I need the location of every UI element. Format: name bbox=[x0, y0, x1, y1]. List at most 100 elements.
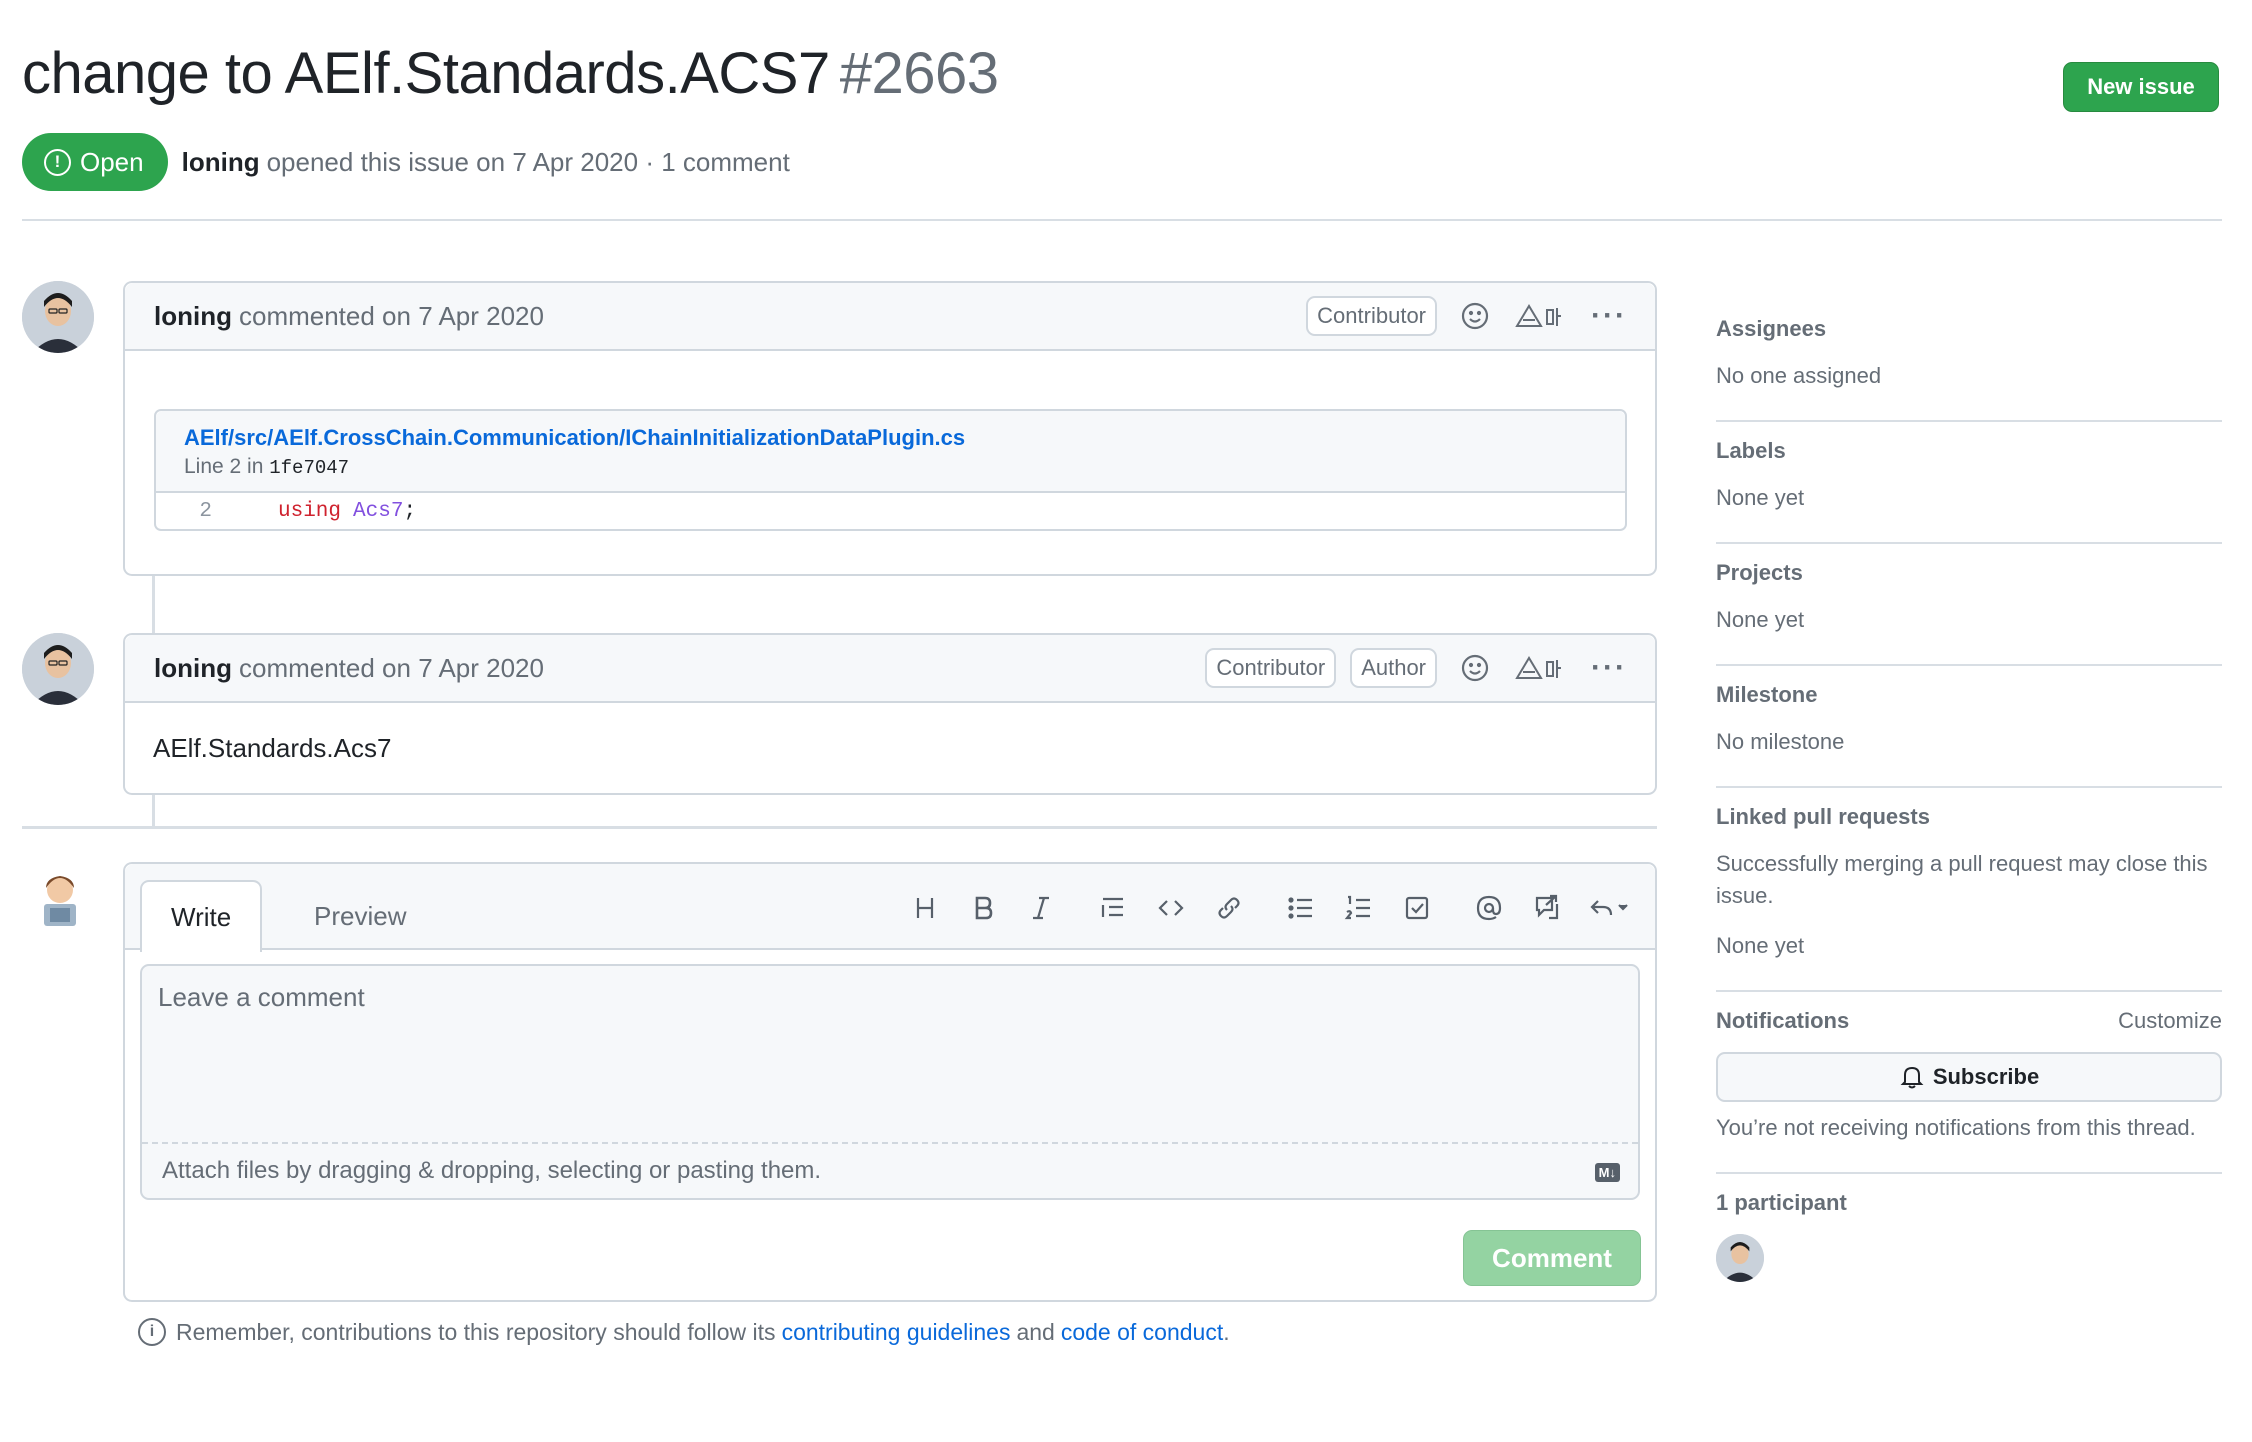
timeline-divider bbox=[22, 826, 1657, 829]
comment-author[interactable]: loning bbox=[154, 301, 232, 332]
notifications-description: You’re not receiving notifications from … bbox=[1716, 1115, 2196, 1140]
comment-placeholder: Leave a comment bbox=[158, 982, 365, 1012]
comment-textarea[interactable]: Leave a comment Attach files by dragging… bbox=[140, 964, 1640, 1200]
sidebar-milestone: Milestone No milestone bbox=[1716, 666, 2222, 788]
labels-value: None yet bbox=[1716, 485, 1805, 510]
author-badge: Author bbox=[1350, 648, 1438, 688]
projects-value: None yet bbox=[1716, 607, 1805, 632]
smiley-icon[interactable] bbox=[1459, 300, 1491, 332]
translate-icon[interactable] bbox=[1513, 300, 1565, 332]
issue-title-text: change to AElf.Standards.ACS7 bbox=[22, 41, 830, 106]
assignees-value: No one assigned bbox=[1716, 363, 1882, 388]
issue-number: #2663 bbox=[839, 41, 999, 106]
timeline-connector bbox=[152, 793, 155, 827]
comment-body: AElf.Standards.Acs7 bbox=[153, 733, 392, 763]
composer-tabs: Write Preview bbox=[125, 864, 1655, 952]
snippet-line-info: Line 2 in 1fe7047 bbox=[184, 455, 1597, 479]
comment-card: loning commented on 7 Apr 2020 Contribut… bbox=[123, 281, 1657, 576]
line-number[interactable]: 2 bbox=[156, 500, 228, 523]
reminder-and: and bbox=[1016, 1318, 1055, 1345]
attach-files-bar[interactable]: Attach files by dragging & dropping, sel… bbox=[142, 1142, 1638, 1198]
linked-prs-value: None yet bbox=[1716, 933, 1805, 958]
snippet-line-label: Line 2 in bbox=[184, 455, 264, 478]
avatar[interactable] bbox=[22, 281, 94, 353]
issue-title: change to AElf.Standards.ACS7 #2663 bbox=[22, 40, 2222, 107]
participant-avatar[interactable] bbox=[1716, 1234, 1764, 1282]
comment-header: loning commented on 7 Apr 2020 Contribut… bbox=[125, 635, 1655, 703]
translate-icon[interactable] bbox=[1513, 652, 1565, 684]
avatar[interactable] bbox=[22, 633, 94, 705]
sidebar-projects: Projects None yet bbox=[1716, 544, 2222, 666]
comment-header: loning commented on 7 Apr 2020 Contribut… bbox=[125, 283, 1655, 351]
code-type: Acs7 bbox=[353, 499, 404, 523]
bell-icon bbox=[1900, 1066, 1924, 1089]
markdown-toolbar bbox=[889, 890, 1635, 926]
tab-write[interactable]: Write bbox=[140, 880, 263, 952]
linked-prs-description: Successfully merging a pull request may … bbox=[1716, 851, 2208, 908]
mention-icon[interactable] bbox=[1467, 890, 1511, 926]
comment-submit-button[interactable]: Comment bbox=[1463, 1230, 1641, 1286]
sidebar-linked-prs: Linked pull requests Successfully mergin… bbox=[1716, 788, 2222, 992]
subscribe-label: Subscribe bbox=[1932, 1064, 2040, 1089]
milestone-heading[interactable]: Milestone bbox=[1716, 682, 1817, 708]
comment-composer: Write Preview Leave a comment Attach fil… bbox=[123, 862, 1657, 1302]
comment-card: loning commented on 7 Apr 2020 Contribut… bbox=[123, 633, 1657, 795]
labels-heading[interactable]: Labels bbox=[1716, 438, 1786, 464]
issue-page: change to AElf.Standards.ACS7 #2663 New i… bbox=[0, 0, 2252, 1442]
ordered-list-icon[interactable] bbox=[1337, 890, 1381, 926]
quote-icon[interactable] bbox=[1091, 890, 1135, 926]
issue-state-label: Open bbox=[80, 146, 144, 177]
comment-author[interactable]: loning bbox=[154, 653, 232, 684]
sidebar-labels: Labels None yet bbox=[1716, 422, 2222, 544]
smiley-icon[interactable] bbox=[1459, 652, 1491, 684]
sidebar-assignees: Assignees No one assigned bbox=[1716, 300, 2222, 422]
sidebar-notifications: Notifications Customize Subscribe You’re … bbox=[1716, 992, 2222, 1174]
issue-header: change to AElf.Standards.ACS7 #2663 New i… bbox=[22, 40, 2222, 112]
cross-reference-icon[interactable] bbox=[1525, 890, 1569, 926]
reminder-suffix: . bbox=[1223, 1318, 1230, 1345]
tab-preview[interactable]: Preview bbox=[285, 880, 435, 952]
code-snippet: AElf/src/AElf.CrossChain.Communication/I… bbox=[154, 409, 1627, 531]
contributor-badge: Contributor bbox=[1306, 296, 1438, 336]
snippet-commit[interactable]: 1fe7047 bbox=[269, 457, 349, 479]
timeline-connector bbox=[152, 570, 155, 640]
code-icon[interactable] bbox=[1149, 890, 1193, 926]
comment-timestamp[interactable]: commented on 7 Apr 2020 bbox=[239, 301, 544, 332]
participants-heading: 1 participant bbox=[1716, 1190, 1847, 1215]
snippet-header: AElf/src/AElf.CrossChain.Communication/I… bbox=[156, 411, 1625, 493]
more-options-icon[interactable]: ··· bbox=[1591, 651, 1627, 685]
code-semicolon: ; bbox=[403, 499, 417, 523]
header-divider bbox=[22, 219, 2222, 221]
customize-link[interactable]: Customize bbox=[2118, 1008, 2222, 1034]
unordered-list-icon[interactable] bbox=[1279, 890, 1323, 926]
snippet-file-link[interactable]: AElf/src/AElf.CrossChain.Communication/I… bbox=[184, 425, 1597, 451]
subscribe-button[interactable]: Subscribe bbox=[1716, 1052, 2222, 1102]
milestone-value: No milestone bbox=[1716, 729, 1845, 754]
issue-sidebar: Assignees No one assigned Labels None ye… bbox=[1716, 300, 2222, 1310]
code-of-conduct-link[interactable]: code of conduct bbox=[1061, 1319, 1223, 1346]
issue-state-row: ! Open loning opened this issue on 7 Apr… bbox=[22, 133, 790, 191]
link-icon[interactable] bbox=[1207, 890, 1251, 926]
saved-replies-icon[interactable] bbox=[1583, 890, 1635, 926]
assignees-heading[interactable]: Assignees bbox=[1716, 316, 1826, 342]
more-options-icon[interactable]: ··· bbox=[1591, 299, 1627, 333]
bold-icon[interactable] bbox=[961, 890, 1005, 926]
issue-meta: opened this issue on 7 Apr 2020 · 1 comm… bbox=[266, 146, 790, 177]
heading-icon[interactable] bbox=[903, 890, 947, 926]
contributing-guidelines-link[interactable]: contributing guidelines bbox=[782, 1319, 1011, 1346]
contribution-reminder: i Remember, contributions to this reposi… bbox=[138, 1318, 1230, 1346]
code-keyword: using bbox=[278, 499, 342, 523]
current-user-avatar[interactable] bbox=[30, 868, 90, 928]
projects-heading[interactable]: Projects bbox=[1716, 560, 1803, 586]
italic-icon[interactable] bbox=[1019, 890, 1063, 926]
task-list-icon[interactable] bbox=[1395, 890, 1439, 926]
markdown-icon[interactable]: M↓ bbox=[1594, 1163, 1620, 1182]
new-issue-button[interactable]: New issue bbox=[2063, 62, 2219, 112]
issue-author-link[interactable]: loning bbox=[182, 147, 260, 178]
issue-opened-icon: ! bbox=[44, 148, 71, 176]
info-icon: i bbox=[138, 1318, 166, 1346]
linked-prs-heading[interactable]: Linked pull requests bbox=[1716, 804, 1930, 830]
sidebar-participants: 1 participant bbox=[1716, 1174, 2222, 1310]
reminder-prefix: Remember, contributions to this reposito… bbox=[176, 1318, 776, 1345]
comment-timestamp[interactable]: commented on 7 Apr 2020 bbox=[239, 653, 544, 684]
